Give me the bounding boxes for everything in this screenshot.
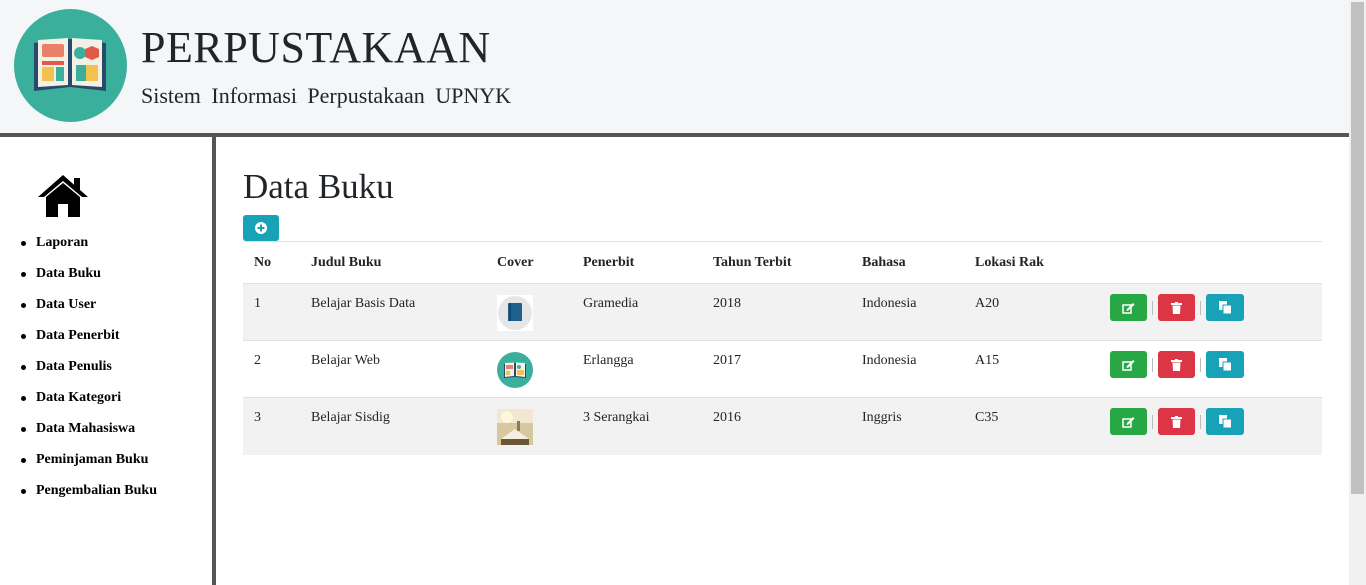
open-book-logo: [14, 9, 127, 122]
sidebar-item-data-penerbit[interactable]: Data Penerbit: [20, 326, 157, 357]
cell-penerbit: Gramedia: [572, 283, 702, 341]
table-header-row: No Judul Buku Cover Penerbit Tahun Terbi…: [243, 241, 1322, 284]
cell-judul: Belajar Sisdig: [300, 397, 486, 455]
sidebar-item-data-user[interactable]: Data User: [20, 295, 157, 326]
edit-button[interactable]: [1110, 294, 1147, 321]
cell-bahasa: Inggris: [851, 397, 964, 455]
table-row: 1 Belajar Basis Data Gramedia 2018 Indon…: [243, 283, 1322, 341]
site-header: PERPUSTAKAAN Sistem Informasi Perpustaka…: [0, 0, 1349, 133]
trash-icon: [1171, 301, 1182, 314]
column-header-tahun: Tahun Terbit: [702, 241, 851, 284]
cell-rak: C35: [964, 397, 1099, 455]
sidebar-item-label[interactable]: Data Kategori: [36, 390, 121, 405]
sidebar-item-label[interactable]: Data Penerbit: [36, 328, 120, 343]
copy-icon: [1218, 301, 1232, 314]
sidebar-item-label[interactable]: Laporan: [36, 235, 88, 250]
open-book-cover: [497, 352, 533, 388]
column-header-cover: Cover: [486, 241, 572, 284]
cell-no: 2: [243, 340, 300, 398]
add-book-button[interactable]: [243, 215, 279, 241]
edit-icon: [1122, 302, 1135, 314]
sidebar-item-data-mahasiswa[interactable]: Data Mahasiswa: [20, 419, 157, 450]
edit-icon: [1122, 416, 1135, 428]
copy-button[interactable]: [1206, 351, 1244, 378]
action-separator: [1152, 300, 1153, 315]
column-header-actions: [1099, 241, 1322, 284]
site-title: PERPUSTAKAAN: [141, 23, 491, 72]
cell-bahasa: Indonesia: [851, 283, 964, 341]
cell-cover: [486, 340, 572, 398]
cell-tahun: 2017: [702, 340, 851, 398]
edit-icon: [1122, 359, 1135, 371]
cell-rak: A20: [964, 283, 1099, 341]
cell-tahun: 2018: [702, 283, 851, 341]
sidebar-item-pengembalian-buku[interactable]: Pengembalian Buku: [20, 481, 157, 512]
sidebar-item-label[interactable]: Pengembalian Buku: [36, 483, 157, 498]
cell-tahun: 2016: [702, 397, 851, 455]
column-header-no: No: [243, 241, 300, 284]
plus-circle-icon: [255, 222, 267, 234]
copy-button[interactable]: [1206, 408, 1244, 435]
column-header-bahasa: Bahasa: [851, 241, 964, 284]
vertical-scrollbar[interactable]: [1349, 0, 1366, 585]
cell-judul: Belajar Web: [300, 340, 486, 398]
table-row: 3 Belajar Sisdig 3 Serangkai 2016 Inggri…: [243, 397, 1322, 455]
copy-button[interactable]: [1206, 294, 1244, 321]
home-icon[interactable]: [36, 173, 90, 219]
cell-no: 1: [243, 283, 300, 341]
delete-button[interactable]: [1158, 294, 1195, 321]
sidebar-item-peminjaman-buku[interactable]: Peminjaman Buku: [20, 450, 157, 481]
sidebar: Laporan Data Buku Data User Data Penerbi…: [0, 137, 212, 585]
cell-actions: [1099, 340, 1322, 398]
copy-icon: [1218, 415, 1232, 428]
sidebar-item-data-penulis[interactable]: Data Penulis: [20, 357, 157, 388]
books-table: No Judul Buku Cover Penerbit Tahun Terbi…: [243, 241, 1322, 455]
column-header-judul: Judul Buku: [300, 241, 486, 284]
sidebar-menu: Laporan Data Buku Data User Data Penerbi…: [20, 233, 157, 512]
sidebar-item-data-buku[interactable]: Data Buku: [20, 264, 157, 295]
cell-penerbit: 3 Serangkai: [572, 397, 702, 455]
cell-bahasa: Indonesia: [851, 340, 964, 398]
sidebar-item-data-kategori[interactable]: Data Kategori: [20, 388, 157, 419]
trash-icon: [1171, 358, 1182, 371]
sidebar-item-label[interactable]: Data Penulis: [36, 359, 112, 374]
action-separator: [1152, 414, 1153, 429]
copy-icon: [1218, 358, 1232, 371]
cell-actions: [1099, 283, 1322, 341]
edit-button[interactable]: [1110, 408, 1147, 435]
sidebar-item-laporan[interactable]: Laporan: [20, 233, 157, 264]
site-subtitle: Sistem Informasi Perpustakaan UPNYK: [141, 83, 512, 108]
scrollbar-thumb[interactable]: [1351, 2, 1364, 494]
cell-no: 3: [243, 397, 300, 455]
action-separator: [1200, 300, 1201, 315]
page-title: Data Buku: [243, 167, 394, 206]
sidebar-item-label[interactable]: Peminjaman Buku: [36, 452, 148, 467]
cell-penerbit: Erlangga: [572, 340, 702, 398]
action-separator: [1200, 414, 1201, 429]
column-header-rak: Lokasi Rak: [964, 241, 1099, 284]
cell-cover: [486, 397, 572, 455]
action-separator: [1152, 357, 1153, 372]
sidebar-item-label[interactable]: Data Mahasiswa: [36, 421, 135, 436]
photo-book-cover: [497, 409, 533, 445]
cell-cover: [486, 283, 572, 341]
cell-judul: Belajar Basis Data: [300, 283, 486, 341]
table-row: 2 Belajar Web Erlangga 2017 Indonesia A1…: [243, 340, 1322, 398]
action-separator: [1200, 357, 1201, 372]
sidebar-item-label[interactable]: Data User: [36, 297, 96, 312]
trash-icon: [1171, 415, 1182, 428]
sidebar-divider: [212, 137, 216, 585]
edit-button[interactable]: [1110, 351, 1147, 378]
delete-button[interactable]: [1158, 408, 1195, 435]
delete-button[interactable]: [1158, 351, 1195, 378]
cell-rak: A15: [964, 340, 1099, 398]
blue-book-cover: [497, 295, 533, 331]
sidebar-item-label[interactable]: Data Buku: [36, 266, 101, 281]
column-header-penerbit: Penerbit: [572, 241, 702, 284]
cell-actions: [1099, 397, 1322, 455]
